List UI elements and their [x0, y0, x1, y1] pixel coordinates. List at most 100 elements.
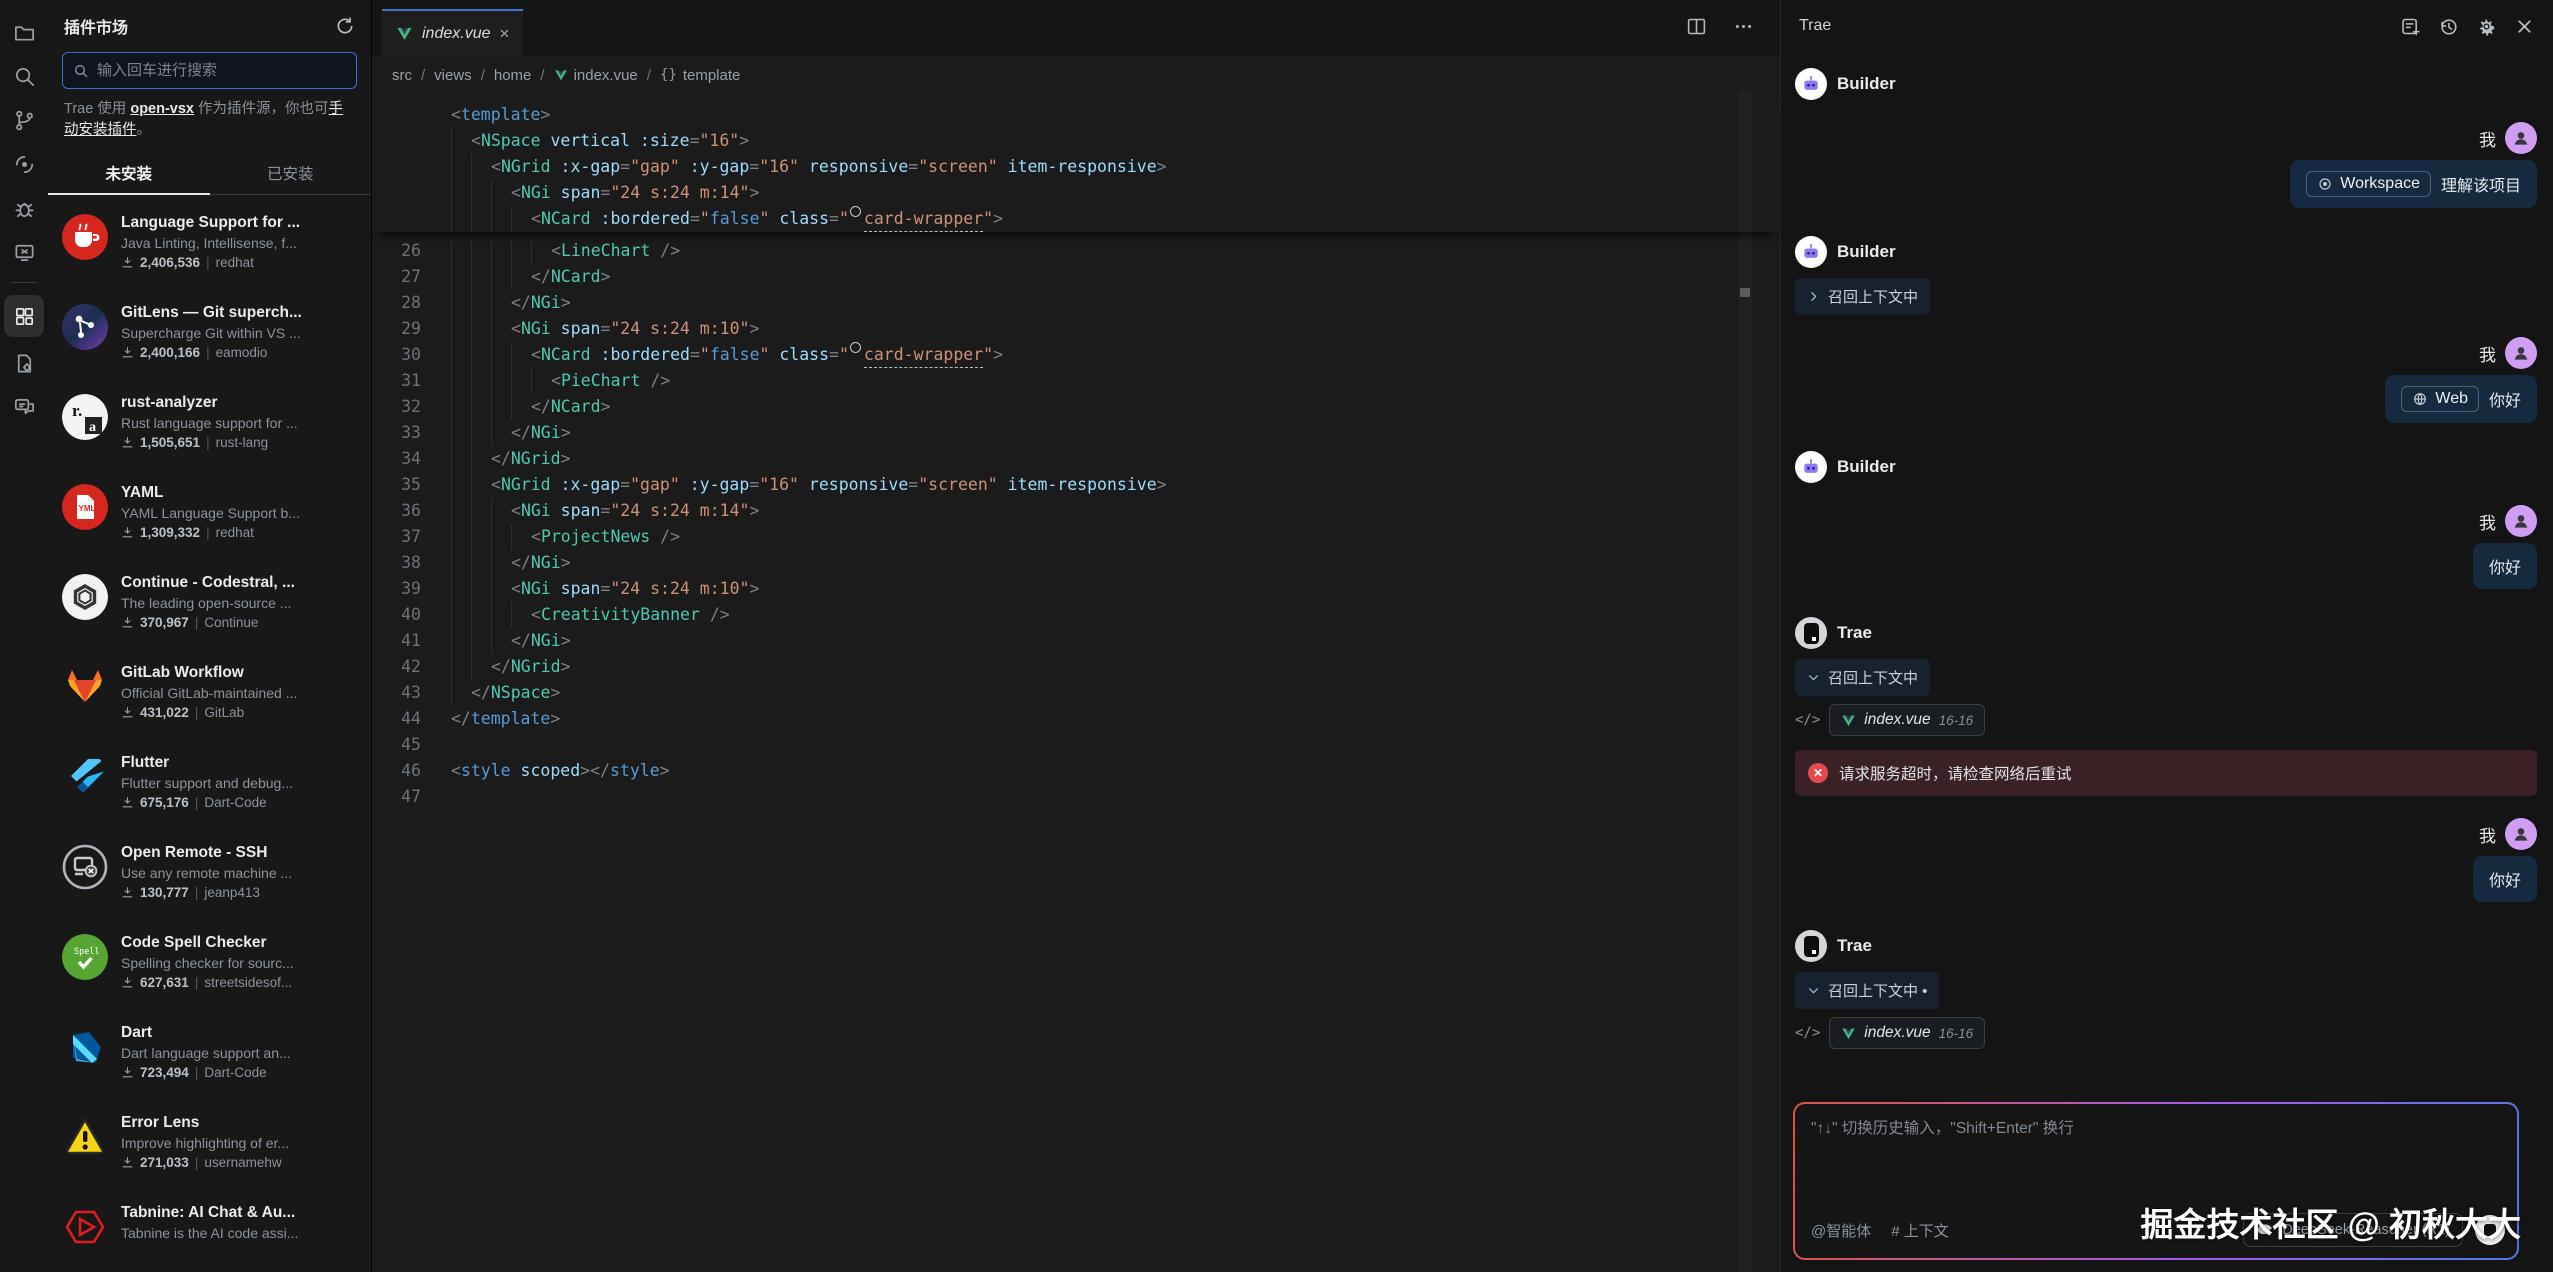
- extension-list-item[interactable]: Tabnine: AI Chat & Au...Tabnine is the A…: [48, 1192, 371, 1272]
- publisher-name: streetsidesof...: [204, 975, 292, 990]
- user-message-bubble: Workspace理解该项目: [2290, 160, 2537, 208]
- builder-avatar: [1795, 451, 1827, 483]
- line-number: [372, 180, 421, 206]
- source-control-icon[interactable]: [4, 98, 44, 142]
- extensions-search-box[interactable]: [62, 52, 357, 89]
- extension-list-item[interactable]: FlutterFlutter support and debug...675,1…: [48, 742, 371, 832]
- extension-title: GitLab Workflow: [121, 664, 357, 682]
- explorer-icon[interactable]: [4, 10, 44, 54]
- line-number: 26: [372, 238, 421, 264]
- context-file-chip[interactable]: index.vue16-16: [1829, 1017, 1985, 1049]
- file-settings-icon[interactable]: [4, 341, 44, 385]
- editor-scrollbar[interactable]: [1738, 90, 1752, 1272]
- token: responsive: [799, 472, 908, 498]
- token: "16": [759, 472, 799, 498]
- extension-list-item[interactable]: Open Remote - SSHUse any remote machine …: [48, 832, 371, 922]
- code-line: 41</NGi>: [372, 628, 1780, 654]
- agent-mention-button[interactable]: @智能体: [1811, 1220, 1871, 1241]
- more-actions-icon[interactable]: [1733, 16, 1754, 37]
- extensions-search-input[interactable]: [97, 62, 346, 79]
- token: =: [600, 498, 610, 524]
- code-text: </NGrid>: [421, 446, 570, 472]
- scrollbar-thumb[interactable]: [1740, 288, 1750, 297]
- extension-list-item[interactable]: GitLens — Git superch...Supercharge Git …: [48, 292, 371, 382]
- context-recall-chip[interactable]: 召回上下文中 •: [1795, 972, 1939, 1009]
- extensions-icon[interactable]: [4, 295, 44, 337]
- token: >: [561, 446, 571, 472]
- token: />: [700, 602, 730, 628]
- extension-list-item[interactable]: YMLYAMLYAML Language Support b...1,309,3…: [48, 472, 371, 562]
- extension-description: Dart language support an...: [121, 1045, 357, 1061]
- refresh-icon[interactable]: [335, 16, 355, 36]
- agent-message-header: Trae: [1795, 930, 2537, 962]
- breadcrumb-separator: /: [481, 67, 485, 84]
- close-icon[interactable]: [2514, 16, 2535, 37]
- token: >: [660, 758, 670, 784]
- token: style: [461, 758, 511, 784]
- line-number: 42: [372, 654, 421, 680]
- context-mention-button[interactable]: # 上下文: [1891, 1220, 1949, 1241]
- user-name: 我: [2479, 126, 2496, 151]
- code-line: <template>: [372, 102, 1780, 128]
- extension-info: Language Support for ...Java Linting, In…: [121, 214, 357, 292]
- breadcrumb-item-template[interactable]: {}template: [660, 67, 740, 84]
- workspace-context-tag[interactable]: Workspace: [2306, 171, 2431, 197]
- remote-window-icon[interactable]: [4, 230, 44, 274]
- breadcrumb-item-home[interactable]: home: [494, 67, 532, 84]
- breadcrumb-item-indexvue[interactable]: index.vue: [554, 67, 638, 84]
- token: </: [491, 446, 511, 472]
- user-row: 我: [1795, 122, 2537, 154]
- stop-icon[interactable]: [2475, 1215, 2505, 1245]
- tab-index-vue[interactable]: index.vue ×: [382, 9, 523, 56]
- extension-list-item[interactable]: SpellCode Spell CheckerSpelling checker …: [48, 922, 371, 1012]
- vue-icon: [1841, 1026, 1856, 1041]
- extensions-tab-not-installed[interactable]: 未安装: [48, 153, 210, 194]
- ai-chat-panel: Trae Builder我Workspace理解该项目Builder召回上下文中…: [1780, 0, 2553, 1272]
- extension-list-item[interactable]: Language Support for ...Java Linting, In…: [48, 202, 371, 292]
- token: =: [600, 316, 610, 342]
- token: ProjectNews: [541, 524, 650, 550]
- download-count: 370,967: [140, 615, 189, 630]
- token: >: [749, 498, 759, 524]
- code-text: <NGi span="24 s:24 m:14">: [421, 180, 759, 206]
- extension-list-item[interactable]: Continue - Codestral, ...The leading ope…: [48, 562, 371, 652]
- manual-install-link[interactable]: open-vsx: [130, 101, 194, 117]
- context-recall-chip[interactable]: 召回上下文中: [1795, 278, 1930, 315]
- token: responsive: [799, 154, 908, 180]
- context-file-chip[interactable]: index.vue16-16: [1829, 704, 1985, 736]
- breadcrumb-item-views[interactable]: views: [434, 67, 472, 84]
- extension-list-item[interactable]: Error LensImprove highlighting of er...2…: [48, 1102, 371, 1192]
- extension-list-item[interactable]: DartDart language support an...723,494|D…: [48, 1012, 371, 1102]
- code-line: <NGi span="24 s:24 m:14">: [372, 180, 1780, 206]
- breadcrumb-item-src[interactable]: src: [392, 67, 412, 84]
- history-icon[interactable]: [2438, 16, 2459, 37]
- extension-list-item[interactable]: GitLab WorkflowOfficial GitLab-maintaine…: [48, 652, 371, 742]
- token: item-responsive: [998, 154, 1157, 180]
- context-recall-chip[interactable]: 召回上下文中: [1795, 659, 1930, 696]
- code-text: <NGrid :x-gap="gap" :y-gap="16" responsi…: [421, 472, 1167, 498]
- token: "24 s:24 m:10": [610, 576, 749, 602]
- trae-avatar: [1795, 617, 1827, 649]
- extension-list-item[interactable]: r.arust-analyzerRust language support fo…: [48, 382, 371, 472]
- close-tab-icon[interactable]: ×: [500, 25, 510, 42]
- search-icon[interactable]: [4, 54, 44, 98]
- model-selector[interactable]: DeepSeek-Reasoner (R1): [2243, 1213, 2463, 1247]
- gitlab-extension-icon: [62, 664, 108, 710]
- token: =: [690, 128, 700, 154]
- indent-guides: [451, 498, 511, 524]
- extensions-tab-installed[interactable]: 已安装: [210, 153, 372, 194]
- code-line: <NGrid :x-gap="gap" :y-gap="16" responsi…: [372, 154, 1780, 180]
- extension-title: Code Spell Checker: [121, 934, 357, 952]
- line-number: 34: [372, 446, 421, 472]
- code-text: </NGrid>: [421, 654, 570, 680]
- chat-input[interactable]: [1811, 1116, 2501, 1200]
- split-editor-icon[interactable]: [1686, 16, 1707, 37]
- translate-chat-icon[interactable]: [4, 385, 44, 429]
- web-context-tag[interactable]: Web: [2401, 386, 2479, 412]
- settings-icon[interactable]: [2476, 16, 2497, 37]
- debug-icon[interactable]: [4, 186, 44, 230]
- new-chat-icon[interactable]: [2400, 16, 2421, 37]
- remote-explorer-icon[interactable]: [4, 142, 44, 186]
- code-editor[interactable]: <template><NSpace vertical :size="16"><N…: [372, 94, 1780, 810]
- chat-input-box[interactable]: @智能体 # 上下文 DeepSeek-Reasoner (R1): [1795, 1104, 2517, 1258]
